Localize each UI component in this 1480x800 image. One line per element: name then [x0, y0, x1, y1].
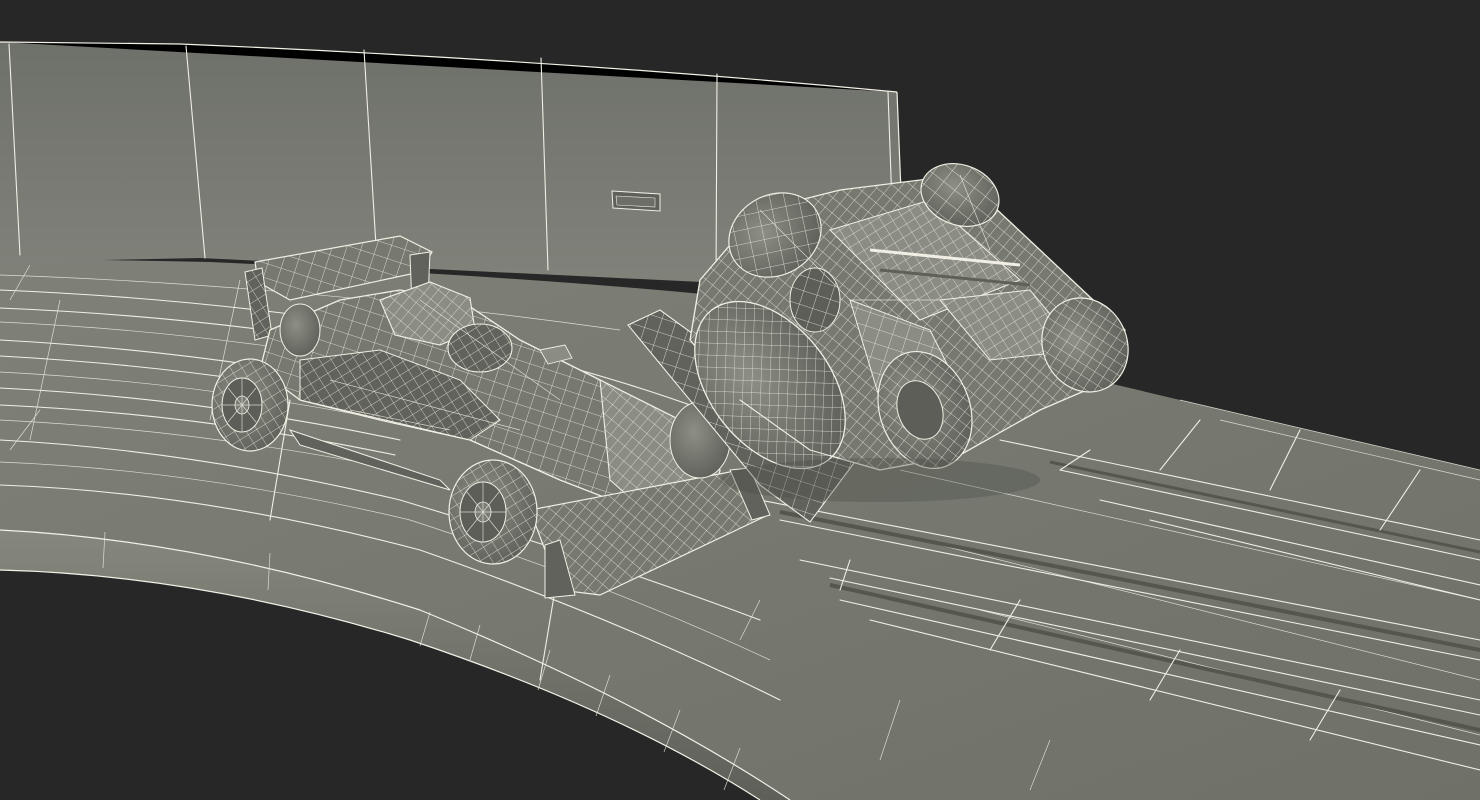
wireframe-render-scene [0, 41, 1480, 800]
rear-right-tire [279, 303, 321, 357]
rear-left-tire [211, 358, 289, 452]
car-shadow [720, 458, 1040, 502]
wall-plaque [611, 190, 661, 212]
front-left-tire [448, 459, 538, 565]
